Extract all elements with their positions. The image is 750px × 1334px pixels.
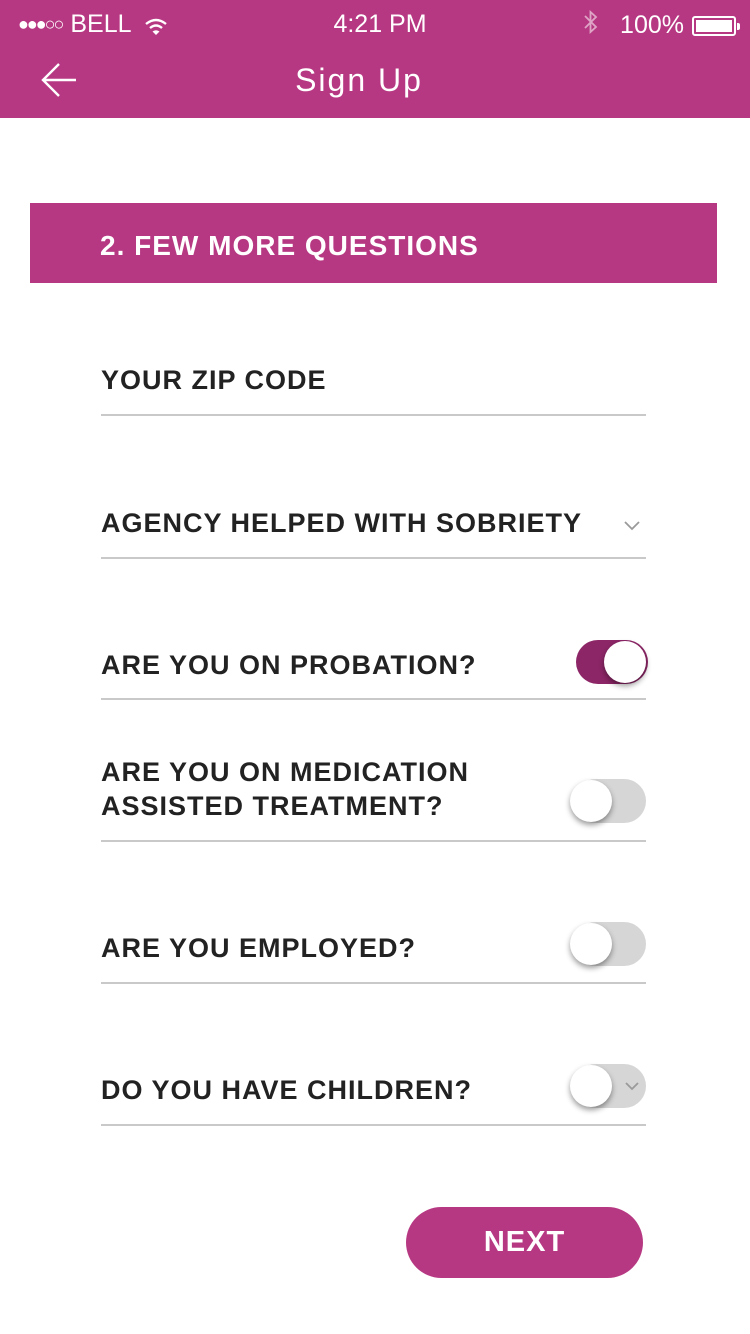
children-toggle[interactable] bbox=[570, 1064, 646, 1108]
agency-select[interactable]: AGENCY HELPED WITH SOBRIETY bbox=[101, 502, 646, 559]
section-title: 2. FEW MORE QUESTIONS bbox=[100, 230, 479, 261]
battery-fill bbox=[696, 19, 732, 32]
employed-toggle[interactable] bbox=[570, 922, 646, 966]
status-right: 100% bbox=[584, 9, 740, 41]
toggle-knob bbox=[570, 780, 612, 822]
zip-code-field[interactable]: YOUR ZIP CODE bbox=[101, 360, 646, 416]
probation-row: ARE YOU ON PROBATION? bbox=[101, 640, 648, 700]
bluetooth-icon bbox=[584, 9, 598, 41]
medication-row: ARE YOU ON MEDICATION ASSISTED TREATMENT… bbox=[101, 755, 646, 842]
toggle-knob bbox=[604, 641, 646, 683]
probation-toggle[interactable] bbox=[576, 640, 648, 684]
section-banner: 2. FEW MORE QUESTIONS bbox=[30, 203, 717, 283]
agency-label: AGENCY HELPED WITH SOBRIETY bbox=[101, 508, 583, 538]
chevron-down-icon bbox=[624, 521, 640, 531]
children-label: DO YOU HAVE CHILDREN? bbox=[101, 1075, 473, 1105]
toggle-knob bbox=[570, 1065, 612, 1107]
toggle-knob bbox=[570, 923, 612, 965]
employed-label: ARE YOU EMPLOYED? bbox=[101, 933, 417, 963]
probation-label: ARE YOU ON PROBATION? bbox=[101, 650, 477, 680]
next-button[interactable]: NEXT bbox=[406, 1207, 643, 1278]
chevron-down-icon bbox=[625, 1082, 639, 1091]
medication-toggle[interactable] bbox=[570, 779, 646, 823]
page-title: Sign Up bbox=[295, 62, 423, 98]
medication-label-line2: ASSISTED TREATMENT? bbox=[101, 791, 444, 821]
battery-percent: 100% bbox=[620, 11, 684, 39]
app-header: ●●●○○ BELL 4:21 PM 100% Sign Up bbox=[0, 0, 750, 118]
zip-code-label: YOUR ZIP CODE bbox=[101, 365, 327, 395]
employed-row: ARE YOU EMPLOYED? bbox=[101, 922, 646, 984]
battery-icon bbox=[692, 15, 740, 36]
medication-label-line1: ARE YOU ON MEDICATION bbox=[101, 757, 470, 787]
children-row: DO YOU HAVE CHILDREN? bbox=[101, 1064, 646, 1126]
status-bar: ●●●○○ BELL 4:21 PM 100% bbox=[0, 0, 750, 50]
